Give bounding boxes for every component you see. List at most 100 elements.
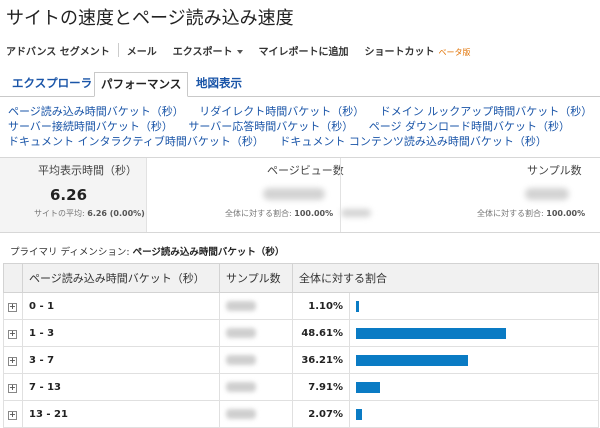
metric-samples: サンプル数 全体に対する割合: 100.00% <box>340 158 600 232</box>
bucket-cell: 3 - 7 <box>22 346 220 374</box>
samples-cell <box>219 373 293 401</box>
tab-performance[interactable]: パフォーマンス <box>94 72 189 97</box>
percent-bar <box>356 327 506 339</box>
metric-title: ページビュー数 <box>267 164 344 177</box>
beta-badge: ベータ版 <box>438 47 471 57</box>
table-row: +7 - 13 7.91% <box>3 373 599 401</box>
bar-cell <box>349 373 599 401</box>
redacted-value <box>226 354 256 365</box>
table-row: +13 - 21 2.07% <box>3 400 599 428</box>
expand-cell: + <box>3 373 23 401</box>
metric-sub-label: 全体に対する割合: <box>477 209 544 218</box>
samples-cell <box>219 292 293 320</box>
link-redirect-bucket[interactable]: リダイレクト時間バケット（秒） <box>199 105 364 118</box>
expand-plus-icon[interactable]: + <box>8 356 17 366</box>
export-label: エクスポート <box>172 46 233 58</box>
report-tabs: エクスプローラ パフォーマンス 地図表示 <box>0 72 600 97</box>
table-row: +3 - 7 36.21% <box>3 346 599 374</box>
percent-cell: 1.10% <box>292 292 350 320</box>
column-header-percent[interactable]: 全体に対する割合 <box>292 263 599 293</box>
redacted-value <box>226 300 256 311</box>
metric-title: 平均表示時間（秒） <box>38 164 137 177</box>
percent-cell: 2.07% <box>292 400 350 428</box>
metric-sub-value: 100.00% <box>294 209 334 218</box>
metric-sub-value: 100.00% <box>546 209 586 218</box>
bucket-cell: 13 - 21 <box>22 400 220 428</box>
bucket-cell: 7 - 13 <box>22 373 220 401</box>
metric-sub-value: 6.26 (0.00%) <box>87 209 145 218</box>
metric-sub-label: 全体に対する割合: <box>225 209 292 218</box>
bar-cell <box>349 292 599 320</box>
shortcut-label: ショートカット <box>364 46 435 58</box>
bucket-cell: 1 - 3 <box>22 319 220 347</box>
metric-avg-load-time: 平均表示時間（秒） 6.26 サイトの平均: 6.26 (0.00%) <box>0 158 146 232</box>
dimension-links-row: サーバー接続時間バケット（秒） サーバー応答時間バケット（秒） ページ ダウンロ… <box>8 119 598 134</box>
percent-bar <box>356 381 380 393</box>
link-server-response-bucket[interactable]: サーバー応答時間バケット（秒） <box>188 120 353 133</box>
table-row: +1 - 3 48.61% <box>3 319 599 347</box>
export-button[interactable]: エクスポート <box>165 43 251 58</box>
expand-plus-icon[interactable]: + <box>8 302 17 312</box>
expand-cell: + <box>3 346 23 374</box>
link-page-download-bucket[interactable]: ページ ダウンロード時間バケット（秒） <box>369 120 570 133</box>
samples-cell <box>219 400 293 428</box>
link-document-interactive-bucket[interactable]: ドキュメント インタラクティブ時間バケット（秒） <box>8 135 264 148</box>
column-header-samples[interactable]: サンプル数 <box>219 263 293 293</box>
primary-dimension-label: プライマリ ディメンション: <box>10 247 130 258</box>
percent-bar <box>356 354 468 366</box>
metric-value: 6.26 <box>50 186 88 204</box>
link-server-connection-bucket[interactable]: サーバー接続時間バケット（秒） <box>8 120 173 133</box>
bar-cell <box>349 400 599 428</box>
toolbar: アドバンス セグメント メール エクスポート マイレポートに追加 ショートカット… <box>0 36 600 64</box>
tab-map-overlay[interactable]: 地図表示 <box>190 72 248 95</box>
samples-cell <box>219 346 293 374</box>
primary-dimension-value[interactable]: ページ読み込み時間バケット（秒） <box>133 247 285 258</box>
bar-cell <box>349 346 599 374</box>
expand-plus-icon[interactable]: + <box>8 410 17 420</box>
percent-cell: 36.21% <box>292 346 350 374</box>
email-button[interactable]: メール <box>119 43 165 58</box>
primary-dimension: プライマリ ディメンション: ページ読み込み時間バケット（秒） <box>10 244 284 258</box>
redacted-value <box>226 327 256 338</box>
redacted-value <box>226 408 256 419</box>
metric-sub: 全体に対する割合: 100.00% <box>225 208 333 219</box>
expand-cell: + <box>3 292 23 320</box>
dimension-links: ページ読み込み時間バケット（秒） リダイレクト時間バケット（秒） ドメイン ルッ… <box>8 104 598 149</box>
metric-summary: 平均表示時間（秒） 6.26 サイトの平均: 6.26 (0.00%) ページビ… <box>0 157 600 233</box>
bucket-cell: 0 - 1 <box>22 292 220 320</box>
dimension-links-row: ページ読み込み時間バケット（秒） リダイレクト時間バケット（秒） ドメイン ルッ… <box>8 104 598 119</box>
percent-bar <box>356 408 362 420</box>
percent-cell: 48.61% <box>292 319 350 347</box>
advanced-segments-button[interactable]: アドバンス セグメント <box>0 43 118 58</box>
samples-cell <box>219 319 293 347</box>
expand-cell: + <box>3 319 23 347</box>
bar-cell <box>349 319 599 347</box>
metric-pageviews: ページビュー数 全体に対する割合: 100.00% <box>146 158 371 232</box>
redacted-value <box>226 381 256 392</box>
table-row: +0 - 1 1.10% <box>3 292 599 320</box>
header-expand-cell <box>3 263 23 293</box>
link-domain-lookup-bucket[interactable]: ドメイン ルックアップ時間バケット（秒） <box>380 105 593 118</box>
metric-title: サンプル数 <box>527 164 582 177</box>
metric-sub: 全体に対する割合: 100.00% <box>477 208 585 219</box>
chevron-down-icon <box>236 49 243 54</box>
percent-bar <box>356 300 359 312</box>
tab-explorer[interactable]: エクスプローラ <box>6 72 98 95</box>
redacted-value <box>263 188 325 200</box>
page-title: サイトの速度とページ読み込み速度 <box>6 8 294 29</box>
add-to-dashboard-button[interactable]: マイレポートに追加 <box>251 43 357 58</box>
table-header-row: ページ読み込み時間バケット（秒） サンプル数 全体に対する割合 <box>3 263 599 293</box>
expand-plus-icon[interactable]: + <box>8 329 17 339</box>
data-table: ページ読み込み時間バケット（秒） サンプル数 全体に対する割合 +0 - 1 1.… <box>3 263 599 428</box>
shortcut-button[interactable]: ショートカット ベータ版 <box>357 43 479 58</box>
metric-sub-label: サイトの平均: <box>34 209 85 218</box>
redacted-value <box>525 188 569 200</box>
dimension-links-row: ドキュメント インタラクティブ時間バケット（秒） ドキュメント コンテンツ読み込… <box>8 134 598 149</box>
expand-plus-icon[interactable]: + <box>8 383 17 393</box>
link-page-load-bucket[interactable]: ページ読み込み時間バケット（秒） <box>8 105 184 118</box>
link-document-content-loaded-bucket[interactable]: ドキュメント コンテンツ読み込み時間バケット（秒） <box>279 135 547 148</box>
metric-sub: サイトの平均: 6.26 (0.00%) <box>34 208 145 219</box>
column-header-bucket[interactable]: ページ読み込み時間バケット（秒） <box>22 263 220 293</box>
percent-cell: 7.91% <box>292 373 350 401</box>
expand-cell: + <box>3 400 23 428</box>
